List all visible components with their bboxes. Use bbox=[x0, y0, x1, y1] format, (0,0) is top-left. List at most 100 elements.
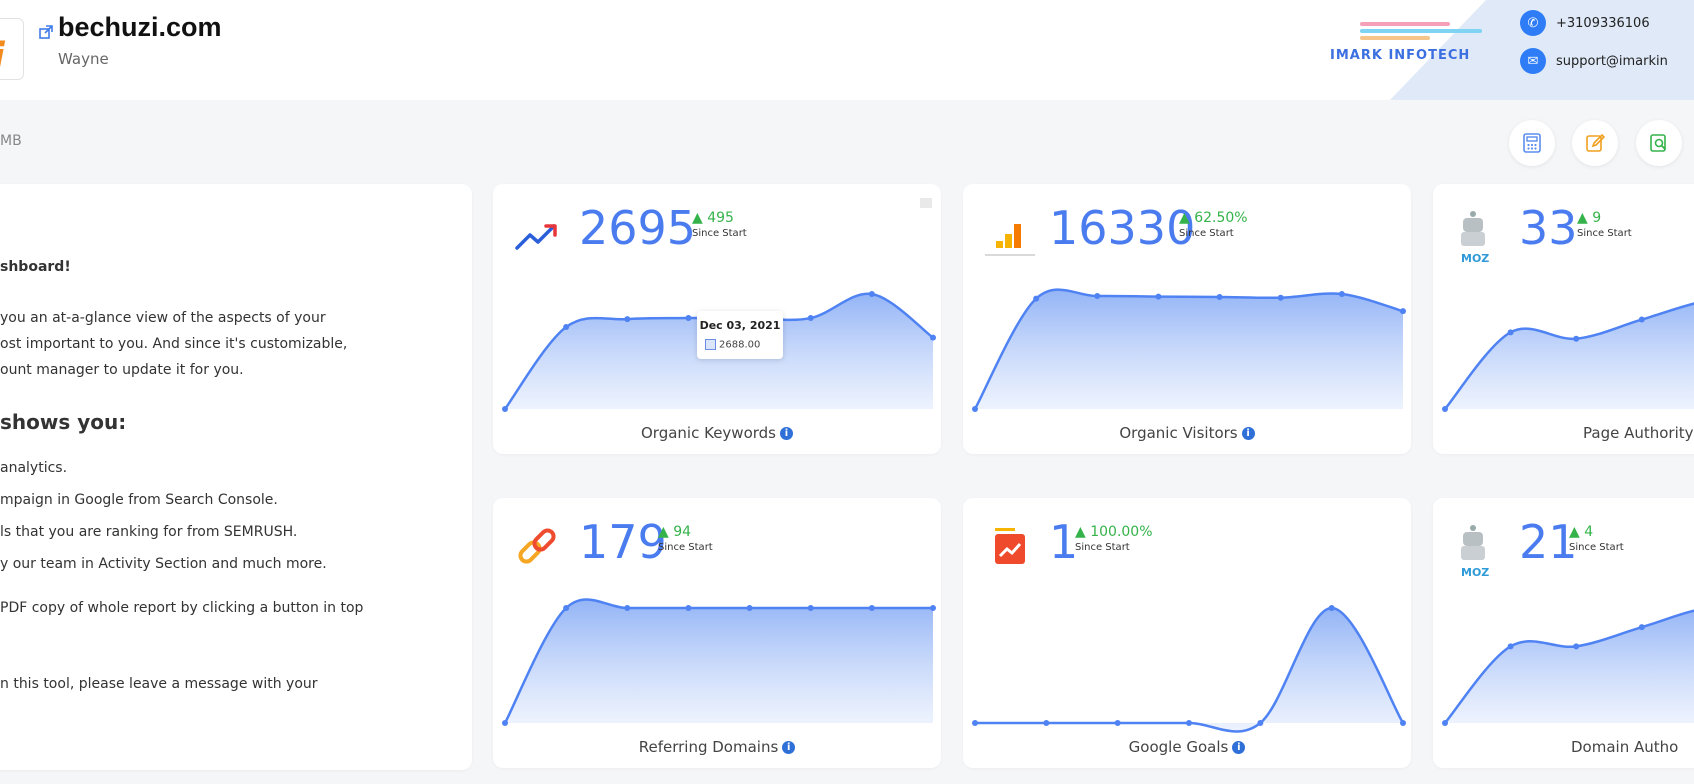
chart-point[interactable] bbox=[502, 720, 508, 726]
tooltip-date: Dec 03, 2021 bbox=[699, 319, 781, 332]
chart-point[interactable] bbox=[685, 605, 692, 611]
domain-authority-card[interactable]: MOZ 21 ▲ 4 Since Start Domain Autho bbox=[1433, 498, 1694, 768]
chart-point[interactable] bbox=[807, 605, 814, 611]
agency-logo: IMARK INFOTECH bbox=[1330, 18, 1500, 68]
chart-point[interactable] bbox=[1400, 720, 1406, 726]
welcome-intro-line: ount manager to update it for you. bbox=[0, 362, 244, 378]
chart-area bbox=[1445, 610, 1694, 723]
metric-label: Page Authority bbox=[1583, 424, 1694, 442]
referring-domains-chart bbox=[502, 598, 936, 726]
chart-point[interactable] bbox=[1573, 335, 1580, 342]
chart-area bbox=[505, 599, 933, 723]
welcome-list-item: mpaign in Google from Search Console. bbox=[0, 492, 278, 508]
search-report-icon bbox=[1650, 134, 1667, 152]
chart-point[interactable] bbox=[1400, 308, 1406, 315]
mail-icon: ✉ bbox=[1520, 48, 1546, 74]
chart-point[interactable] bbox=[624, 316, 631, 323]
domain-authority-chart bbox=[1442, 609, 1694, 726]
site-name[interactable]: bechuzi.com bbox=[58, 12, 222, 43]
metric-label: Referring Domains i bbox=[493, 738, 941, 756]
metric-label: Organic Visitors i bbox=[963, 424, 1411, 442]
welcome-footer-text: n this tool, please leave a message with… bbox=[0, 676, 318, 692]
info-icon[interactable]: i bbox=[1232, 741, 1246, 754]
edit-icon bbox=[1586, 133, 1606, 152]
referring-domains-card[interactable]: 179 ▲ 94 Since Start Referring Domains i bbox=[493, 498, 941, 768]
organic-keywords-card[interactable]: 2695 ▲ 495 Since Start Dec 03, 2021 2688… bbox=[493, 184, 941, 454]
chart-point[interactable] bbox=[685, 315, 692, 322]
agency-name: IMARK INFOTECH bbox=[1330, 48, 1471, 63]
chart-point[interactable] bbox=[1507, 329, 1514, 336]
chart-point[interactable] bbox=[746, 605, 753, 611]
welcome-heading: shboard! bbox=[0, 259, 71, 275]
page-authority-chart bbox=[1442, 302, 1694, 412]
chart-point[interactable] bbox=[1338, 291, 1345, 297]
chart-point[interactable] bbox=[807, 315, 814, 322]
chart-area bbox=[975, 608, 1403, 732]
chart-point[interactable] bbox=[1442, 720, 1448, 726]
chart-tooltip: Dec 03, 2021 2688.00 bbox=[697, 311, 783, 359]
welcome-panel: shboard! you an at-a-glance view of the … bbox=[0, 184, 472, 770]
site-owner: Wayne bbox=[58, 50, 109, 68]
chart-point[interactable] bbox=[868, 291, 875, 297]
chart-point[interactable] bbox=[868, 605, 875, 611]
metric-label: Google Goals i bbox=[963, 738, 1411, 756]
phone-number[interactable]: +3109336106 bbox=[1556, 16, 1650, 31]
shows-heading: shows you: bbox=[0, 410, 127, 434]
info-icon[interactable]: i bbox=[1241, 427, 1255, 440]
chart-point[interactable] bbox=[563, 324, 570, 331]
welcome-intro-line: ost important to you. And since it's cus… bbox=[0, 336, 348, 352]
organic-visitors-card[interactable]: 16330 ▲ 62.50% Since Start Organic Visit… bbox=[963, 184, 1411, 454]
chart-point[interactable] bbox=[1638, 624, 1645, 631]
page-authority-card[interactable]: MOZ 33 ▲ 9 Since Start Page Authority bbox=[1433, 184, 1694, 454]
chart-area bbox=[1445, 303, 1694, 409]
chart-point[interactable] bbox=[1186, 720, 1192, 726]
chart-point[interactable] bbox=[930, 605, 936, 611]
chart-area bbox=[975, 289, 1403, 409]
chart-point[interactable] bbox=[1043, 720, 1050, 726]
info-icon[interactable]: i bbox=[782, 741, 796, 754]
calculator-button[interactable] bbox=[1509, 120, 1555, 166]
google-goals-card[interactable]: 1 ▲ 100.00% Since Start Google Goals i bbox=[963, 498, 1411, 768]
chart-point[interactable] bbox=[1277, 294, 1284, 301]
welcome-list-item: ls that you are ranking for from SEMRUSH… bbox=[0, 524, 298, 540]
chart-point[interactable] bbox=[1328, 605, 1335, 611]
metric-label: Domain Autho bbox=[1571, 738, 1679, 756]
welcome-list-item: analytics. bbox=[0, 460, 68, 476]
header-bar: i bechuzi.com Wayne IMARK INFOTECH ✆ +31… bbox=[0, 0, 1694, 100]
welcome-intro-line: you an at-a-glance view of the aspects o… bbox=[0, 310, 326, 326]
email-contact[interactable]: ✉ support@imarkin bbox=[1520, 48, 1668, 74]
phone-contact[interactable]: ✆ +3109336106 bbox=[1520, 10, 1650, 36]
agency-logo-bars-icon bbox=[1360, 22, 1482, 48]
chart-point[interactable] bbox=[1507, 643, 1514, 650]
chart-point[interactable] bbox=[624, 605, 631, 611]
metric-label: Organic Keywords i bbox=[493, 424, 941, 442]
chart-point[interactable] bbox=[502, 406, 508, 412]
chart-point[interactable] bbox=[1033, 295, 1040, 302]
chart-point[interactable] bbox=[1155, 293, 1162, 300]
edit-button[interactable] bbox=[1572, 120, 1618, 166]
chart-point[interactable] bbox=[930, 334, 936, 341]
calculator-icon bbox=[1523, 133, 1541, 153]
chart-point[interactable] bbox=[1442, 406, 1448, 412]
breadcrumb: MB bbox=[0, 133, 22, 149]
chart-point[interactable] bbox=[1216, 293, 1223, 300]
tooltip-value: 2688.00 bbox=[705, 339, 760, 351]
google-goals-chart bbox=[972, 605, 1406, 733]
welcome-list-item: PDF copy of whole report by clicking a b… bbox=[0, 600, 364, 616]
search-report-button[interactable] bbox=[1636, 120, 1682, 166]
client-logo: i bbox=[0, 18, 24, 81]
chart-point[interactable] bbox=[1573, 643, 1580, 650]
chart-point[interactable] bbox=[1094, 293, 1101, 300]
chart-point[interactable] bbox=[1114, 720, 1121, 726]
chart-point[interactable] bbox=[1638, 316, 1645, 323]
email-address[interactable]: support@imarkin bbox=[1556, 54, 1668, 69]
phone-icon: ✆ bbox=[1520, 10, 1546, 36]
chart-point[interactable] bbox=[972, 720, 978, 726]
external-link-icon[interactable] bbox=[38, 24, 54, 40]
welcome-list-item: y our team in Activity Section and much … bbox=[0, 556, 327, 572]
organic-visitors-chart bbox=[972, 288, 1406, 412]
chart-point[interactable] bbox=[1257, 720, 1264, 726]
info-icon[interactable]: i bbox=[780, 427, 793, 440]
chart-point[interactable] bbox=[563, 605, 570, 611]
chart-point[interactable] bbox=[972, 406, 978, 412]
